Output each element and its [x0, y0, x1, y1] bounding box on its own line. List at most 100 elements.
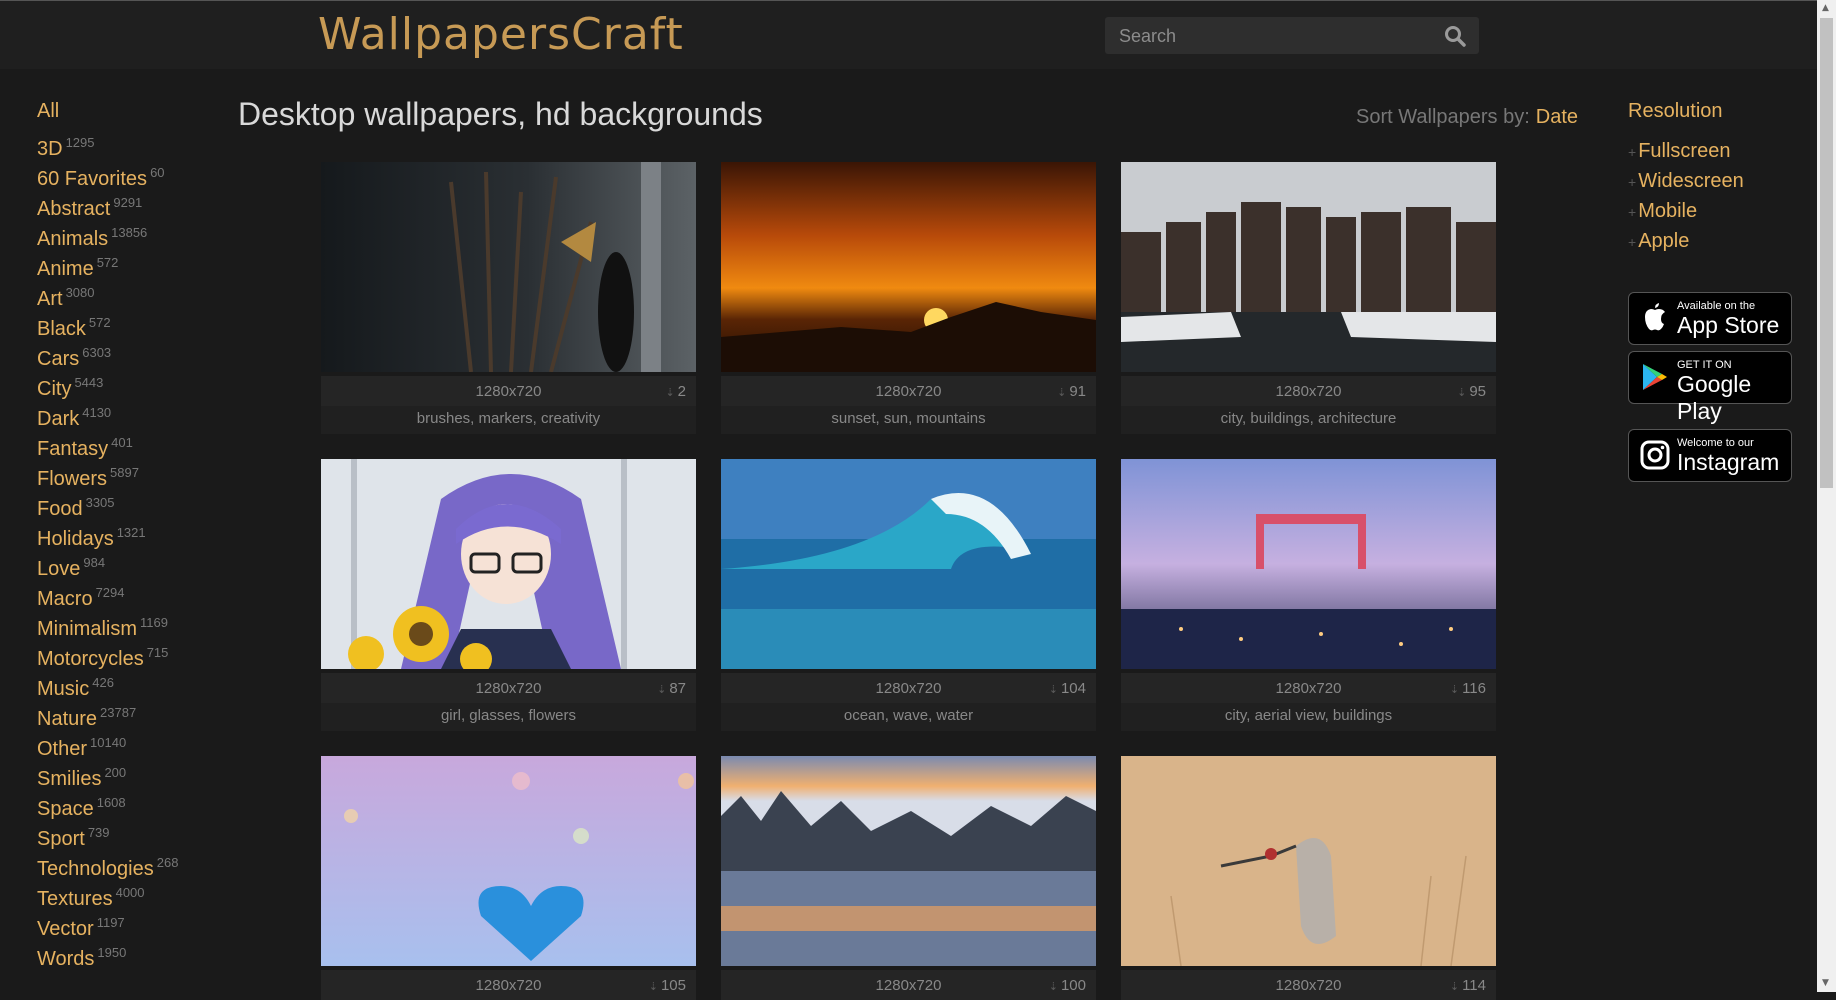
- instagram-badge[interactable]: Welcome to our Instagram: [1628, 429, 1792, 482]
- google-play-badge[interactable]: GET IT ON Google Play: [1628, 351, 1792, 424]
- google-play-label: Google Play: [1677, 371, 1752, 424]
- category-count: 739: [87, 825, 110, 840]
- category-link[interactable]: Black 572: [37, 315, 237, 348]
- category-name: Other: [37, 738, 88, 760]
- category-link[interactable]: Anime 572: [37, 255, 237, 288]
- wallpaper-thumbnail[interactable]: [721, 459, 1096, 669]
- category-link[interactable]: Flowers 5897: [37, 465, 237, 498]
- category-link[interactable]: Sport 739: [37, 825, 237, 858]
- resolution-link-apple[interactable]: + Apple: [1628, 230, 1808, 260]
- category-link[interactable]: Macro 7294: [37, 585, 237, 618]
- scrollbar-thumb[interactable]: [1820, 18, 1833, 488]
- category-name: Vector: [37, 918, 94, 940]
- wallpaper-thumbnail[interactable]: [1121, 162, 1496, 372]
- wallpaper-card[interactable]: 1280x720 ⇣ 2 brushes, markers, creativity: [321, 162, 696, 434]
- wallpaper-tags[interactable]: sunset, sun, mountains: [721, 406, 1096, 434]
- category-name: Love: [37, 558, 81, 580]
- wallpaper-tags[interactable]: ocean, wave, water: [721, 703, 1096, 731]
- wallpaper-resolution: 1280x720: [1275, 977, 1342, 994]
- category-link[interactable]: Textures 4000: [37, 885, 237, 918]
- wallpaper-resolution: 1280x720: [475, 383, 542, 400]
- category-all[interactable]: All: [37, 100, 237, 130]
- category-name: Flowers: [37, 468, 108, 490]
- category-link[interactable]: Fantasy 401: [37, 435, 237, 468]
- category-name: Sport: [37, 828, 85, 850]
- category-link[interactable]: Other 10140: [37, 735, 237, 768]
- category-link[interactable]: Love 984: [37, 555, 237, 588]
- resolution-heading[interactable]: Resolution: [1628, 100, 1808, 140]
- wallpaper-thumbnail[interactable]: [1121, 459, 1496, 669]
- category-name: Motorcycles: [37, 648, 144, 670]
- category-link[interactable]: 3D 1295: [37, 135, 237, 168]
- search-input[interactable]: [1105, 17, 1441, 56]
- download-icon: ⇣: [1048, 981, 1058, 993]
- download-count: 2: [677, 383, 686, 400]
- wallpaper-tags[interactable]: city, buildings, architecture: [1121, 406, 1496, 434]
- category-count: 1950: [97, 945, 127, 960]
- category-link[interactable]: Animals 13856: [37, 225, 237, 258]
- wallpaper-thumbnail[interactable]: [721, 162, 1096, 372]
- category-link[interactable]: Minimalism 1169: [37, 615, 237, 648]
- wallpaper-card[interactable]: 1280x720 ⇣ 116 city, aerial view, building…: [1121, 459, 1496, 731]
- wallpaper-thumbnail[interactable]: [321, 459, 696, 675]
- resolution-link-fullscreen[interactable]: + Fullscreen: [1628, 140, 1808, 170]
- category-link[interactable]: Smilies 200: [37, 765, 237, 798]
- wallpaper-thumbnail[interactable]: [321, 756, 696, 966]
- site-logo[interactable]: WallpapersCraft: [318, 9, 684, 60]
- wallpaper-resolution: 1280x720: [475, 680, 542, 697]
- category-name: Black: [37, 318, 86, 340]
- scroll-up-icon[interactable]: ▲: [1822, 3, 1829, 13]
- category-link[interactable]: 60 Favorites 60: [37, 165, 237, 198]
- category-link[interactable]: Motorcycles 715: [37, 645, 237, 678]
- category-name: Holidays: [37, 528, 114, 550]
- wallpaper-card[interactable]: 1280x720 ⇣ 91 sunset, sun, mountains: [721, 162, 1096, 434]
- category-link[interactable]: Space 1608: [37, 795, 237, 828]
- wallpaper-card[interactable]: 1280x720 ⇣ 114: [1121, 756, 1496, 1000]
- category-link[interactable]: City 5443: [37, 375, 237, 408]
- resolution-link-mobile[interactable]: + Mobile: [1628, 200, 1808, 230]
- category-link[interactable]: Abstract 9291: [37, 195, 237, 228]
- category-count: 1197: [96, 915, 125, 930]
- category-link[interactable]: Nature 23787: [37, 705, 237, 738]
- wallpaper-tags[interactable]: brushes, markers, creativity: [321, 406, 696, 434]
- resolution-link-widescreen[interactable]: + Widescreen: [1628, 170, 1808, 200]
- category-link[interactable]: Music 426: [37, 675, 237, 708]
- wallpaper-tags[interactable]: city, aerial view, buildings: [1121, 703, 1496, 731]
- search-box: [1105, 17, 1479, 56]
- category-name: Art: [37, 288, 63, 310]
- instagram-small-text: Welcome to our: [1677, 437, 1754, 449]
- wallpaper-card[interactable]: 1280x720 ⇣ 105: [321, 756, 696, 1000]
- google-play-small-text: GET IT ON: [1677, 359, 1732, 371]
- scroll-down-icon[interactable]: ▼: [1822, 978, 1829, 988]
- category-link[interactable]: Technologies 268: [37, 855, 237, 888]
- download-count: 114: [1462, 977, 1486, 994]
- wallpaper-card[interactable]: 1280x720 ⇣ 95 city, buildings, architectur…: [1121, 162, 1496, 434]
- category-count: 5897: [110, 465, 139, 480]
- download-count: 105: [660, 977, 686, 994]
- category-link[interactable]: Holidays 1321: [37, 525, 237, 558]
- category-name: Textures: [37, 888, 113, 910]
- category-link[interactable]: Dark 4130: [37, 405, 237, 438]
- sort-value-link[interactable]: Date: [1536, 106, 1578, 128]
- wallpaper-card[interactable]: 1280x720 ⇣ 104 ocean, wave, water: [721, 459, 1096, 731]
- category-name: Macro: [37, 588, 93, 610]
- category-link[interactable]: Vector 1197: [37, 915, 237, 948]
- download-icon: ⇣: [1057, 387, 1067, 399]
- category-count: 715: [146, 645, 169, 660]
- category-link[interactable]: Food 3305: [37, 495, 237, 528]
- page-scrollbar[interactable]: ▲ ▼: [1817, 0, 1836, 992]
- app-store-label: App Store: [1677, 312, 1780, 338]
- category-link[interactable]: Words 1950: [37, 945, 237, 978]
- wallpaper-tags[interactable]: girl, glasses, flowers: [321, 703, 696, 731]
- category-link[interactable]: Cars 6303: [37, 345, 237, 378]
- category-count: 268: [156, 855, 179, 870]
- wallpaper-thumbnail[interactable]: [721, 756, 1096, 966]
- wallpaper-card[interactable]: 1280x720 ⇣ 87 girl, glasses, flowers: [321, 459, 696, 731]
- wallpaper-thumbnail[interactable]: [1121, 756, 1496, 967]
- category-link[interactable]: Art 3080: [37, 285, 237, 318]
- wallpaper-thumbnail[interactable]: [321, 162, 696, 373]
- top-bar: WallpapersCraft: [0, 0, 1817, 69]
- search-icon[interactable]: [1443, 24, 1467, 48]
- app-store-badge[interactable]: Available on the App Store: [1628, 292, 1792, 345]
- wallpaper-card[interactable]: 1280x720 ⇣ 100: [721, 756, 1096, 1000]
